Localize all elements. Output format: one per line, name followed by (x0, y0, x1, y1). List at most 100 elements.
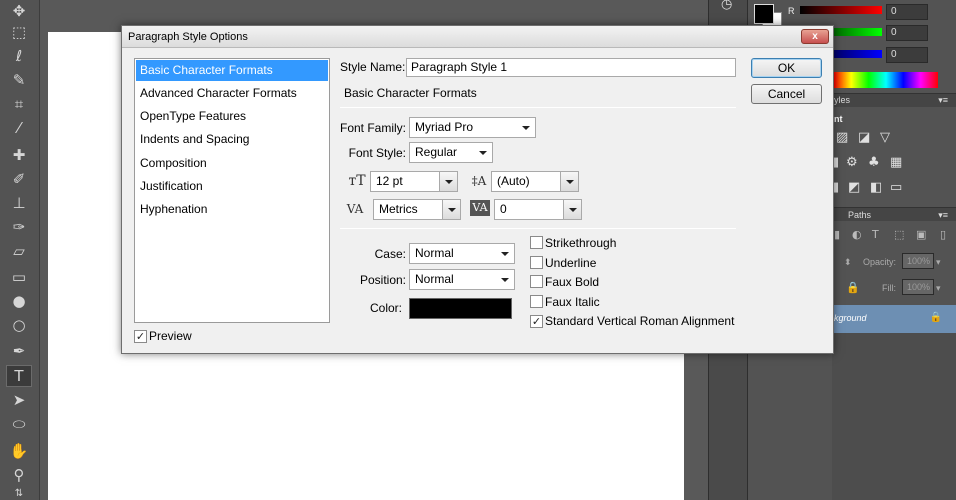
crop-tool-icon[interactable]: ⌗ (6, 93, 32, 115)
kerning-dropdown-button[interactable] (442, 200, 460, 219)
faux-bold-checkbox[interactable] (530, 275, 543, 288)
filter-toggle-icon[interactable]: ▯ (940, 228, 946, 241)
history-brush-tool-icon[interactable]: ✑ (6, 216, 32, 238)
paths-tab[interactable]: Paths (848, 210, 871, 220)
opacity-dropdown-icon[interactable]: ▾ (936, 257, 941, 268)
move-tool-icon[interactable]: ✥ (6, 0, 32, 22)
preview-checkbox[interactable]: ✓ (134, 330, 147, 343)
category-justification[interactable]: Justification (136, 176, 328, 197)
fill-value[interactable]: 100% (902, 279, 934, 295)
layer-name: kground (834, 313, 867, 323)
category-indents-and-spacing[interactable]: Indents and Spacing (136, 129, 328, 150)
kerning-value: Metrics (379, 202, 418, 216)
filter-pixel-icon[interactable]: ▮ (834, 228, 840, 241)
cancel-button[interactable]: Cancel (751, 84, 822, 104)
gradient-tool-icon[interactable]: ▭ (6, 266, 32, 288)
font-size-dropdown-button[interactable] (439, 172, 457, 191)
faux-bold-label: Faux Bold (545, 275, 600, 289)
quick-selection-tool-icon[interactable]: ✎ (6, 69, 32, 91)
font-style-dropdown[interactable]: Regular (409, 142, 493, 163)
opacity-value[interactable]: 100% (902, 253, 934, 269)
color-spectrum[interactable] (834, 72, 938, 88)
curves-icon[interactable]: ▨ (836, 130, 848, 145)
history-icon[interactable]: ◷ (721, 0, 732, 12)
foreground-color-swatch[interactable] (754, 4, 774, 24)
section-divider-2 (340, 228, 736, 229)
selective-color-icon[interactable]: ▭ (890, 180, 902, 195)
gradient-map-icon[interactable]: ▽ (880, 130, 890, 145)
tracking-dropdown-button[interactable] (563, 200, 581, 219)
layers-panel-menu-icon[interactable]: ▾≡ (938, 210, 948, 221)
green-value[interactable]: 0 (886, 25, 928, 41)
dodge-tool-icon[interactable]: ○ (6, 314, 32, 336)
eyedropper-tool-icon[interactable]: ⁄ (6, 117, 32, 139)
blend-mode-stepper[interactable]: ⬍ (844, 257, 852, 268)
lock-icon[interactable]: 🔒 (846, 281, 860, 294)
chevron-down-icon (566, 179, 574, 184)
ellipse-tool-icon[interactable]: ⬭ (6, 413, 32, 435)
layers-list-empty (832, 333, 956, 500)
category-hyphenation[interactable]: Hyphenation (136, 199, 328, 220)
clone-stamp-tool-icon[interactable]: ⊥ (6, 192, 32, 214)
dialog-title: Paragraph Style Options (128, 31, 248, 43)
font-family-value: Myriad Pro (415, 120, 474, 134)
standard-vertical-roman-alignment-checkbox[interactable]: ✓ (530, 315, 543, 328)
category-composition[interactable]: Composition (136, 153, 328, 174)
layer-lock-icon: 🔒 (929, 312, 942, 323)
faux-italic-checkbox[interactable] (530, 295, 543, 308)
pen-tool-icon[interactable]: ✒ (6, 340, 32, 362)
threshold-icon[interactable]: ◧ (870, 180, 882, 195)
color-lookup-icon[interactable]: ▦ (890, 155, 902, 170)
preview-label: Preview (149, 329, 192, 343)
underline-checkbox[interactable] (530, 256, 543, 269)
eraser-tool-icon[interactable]: ▱ (6, 240, 32, 262)
photo-filter-icon[interactable]: ⚙ (846, 155, 858, 170)
font-family-dropdown[interactable]: Myriad Pro (409, 117, 536, 138)
filter-smart-object-icon[interactable]: ▣ (916, 228, 926, 241)
dialog-titlebar[interactable]: Paragraph Style Options x (122, 26, 833, 48)
category-basic-character-formats[interactable]: Basic Character Formats (136, 60, 328, 81)
red-value[interactable]: 0 (886, 4, 928, 20)
category-advanced-character-formats[interactable]: Advanced Character Formats (136, 83, 328, 104)
hand-tool-icon[interactable]: ✋ (6, 440, 32, 462)
chevron-down-icon (448, 207, 456, 212)
red-slider[interactable] (800, 6, 882, 14)
panel-menu-icon[interactable]: ▾≡ (938, 95, 948, 106)
marquee-tool-icon[interactable]: ⬚ (6, 21, 32, 43)
leading-combo[interactable]: (Auto) (491, 171, 579, 192)
adjustments-label: nt (834, 114, 843, 124)
blue-value[interactable]: 0 (886, 47, 928, 63)
chevron-down-icon (445, 179, 453, 184)
blur-tool-icon[interactable]: ● (6, 290, 32, 312)
tracking-combo[interactable]: 0 (494, 199, 582, 220)
posterize-icon[interactable]: ◩ (848, 180, 860, 195)
leading-dropdown-button[interactable] (560, 172, 578, 191)
filter-type-icon[interactable]: T (872, 228, 879, 241)
layer-row-background[interactable]: kground 🔒 (832, 305, 956, 333)
exposure-icon[interactable]: ◪ (858, 130, 870, 145)
swap-colors-icon[interactable]: ⇅ (6, 486, 32, 500)
style-name-input[interactable]: Paragraph Style 1 (406, 58, 736, 77)
case-label: Case: (374, 247, 406, 261)
position-dropdown[interactable]: Normal (409, 269, 515, 290)
close-button[interactable]: x (801, 29, 829, 44)
case-dropdown[interactable]: Normal (409, 243, 515, 264)
zoom-tool-icon[interactable]: ⚲ (6, 464, 32, 486)
fill-dropdown-icon[interactable]: ▾ (936, 283, 941, 294)
ok-button[interactable]: OK (751, 58, 822, 78)
font-size-combo[interactable]: 12 pt (370, 171, 458, 192)
styles-tab[interactable]: yles (834, 95, 850, 105)
strikethrough-checkbox[interactable] (530, 236, 543, 249)
path-selection-tool-icon[interactable]: ➤ (6, 389, 32, 411)
filter-shape-icon[interactable]: ⬚ (894, 228, 904, 241)
healing-brush-tool-icon[interactable]: ✚ (6, 144, 32, 166)
type-tool-icon[interactable]: T (6, 365, 32, 387)
filter-adjustment-icon[interactable]: ◐ (852, 228, 862, 241)
channel-mixer-icon[interactable]: ♣ (868, 155, 880, 170)
category-opentype-features[interactable]: OpenType Features (136, 106, 328, 127)
kerning-combo[interactable]: Metrics (373, 199, 461, 220)
brush-tool-icon[interactable]: ✐ (6, 168, 32, 190)
position-label: Position: (359, 273, 406, 287)
lasso-tool-icon[interactable]: ℓ (6, 45, 32, 67)
color-swatch[interactable] (409, 298, 512, 319)
